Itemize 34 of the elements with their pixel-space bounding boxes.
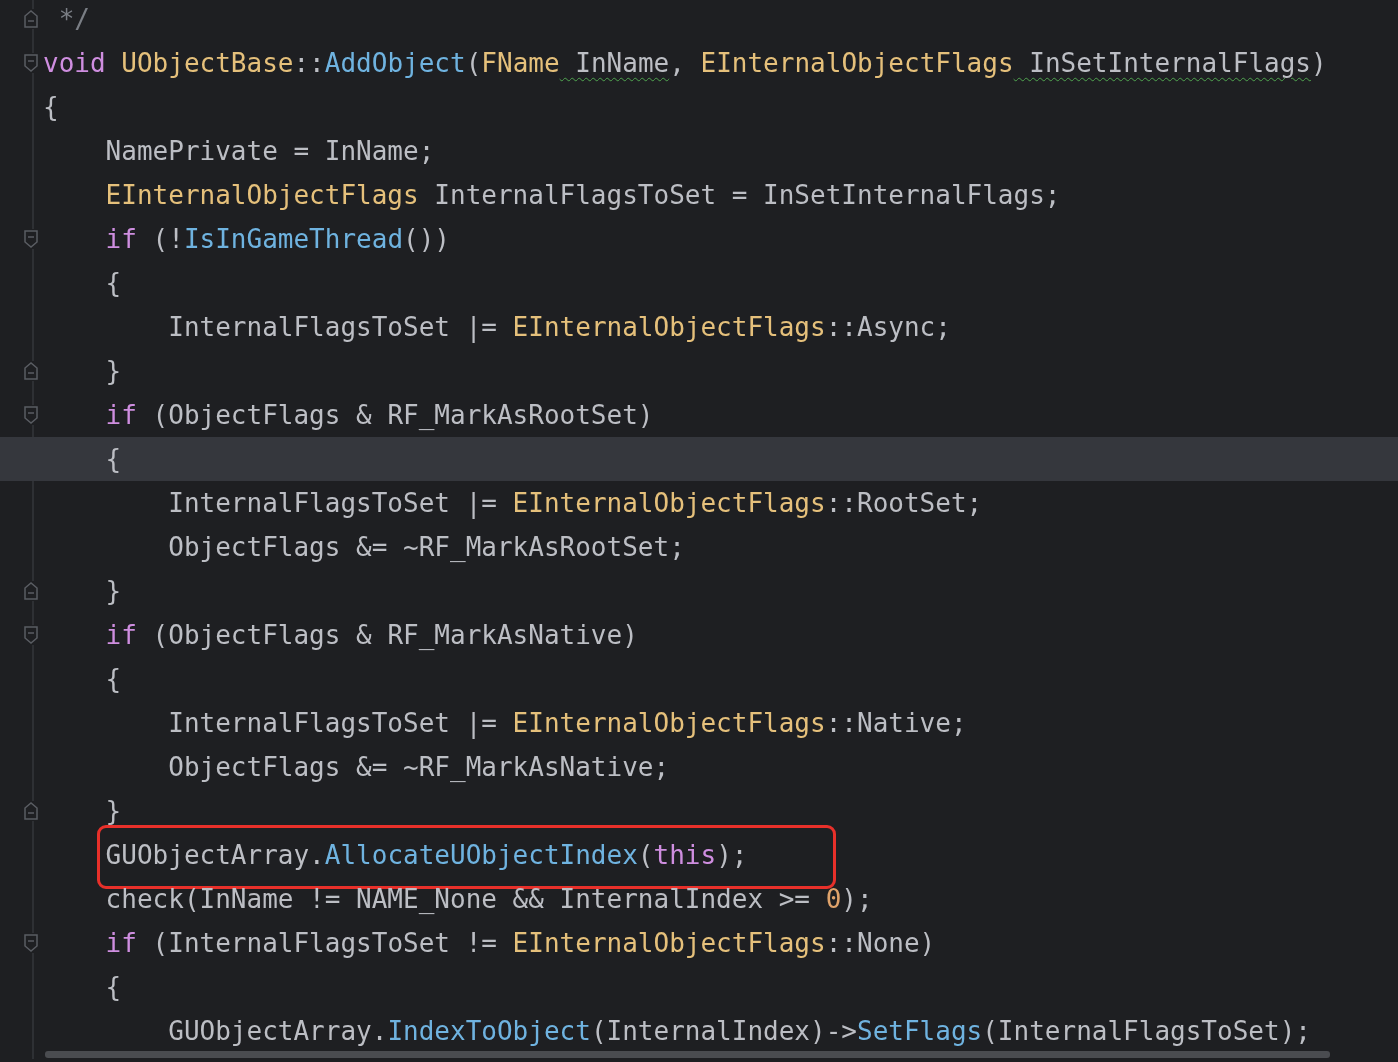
code-line: { [104, 444, 122, 474]
fold-icon[interactable] [23, 53, 39, 73]
fold-icon[interactable] [23, 625, 39, 645]
code-line: } [104, 796, 122, 826]
code-line: { [104, 268, 122, 298]
fold-icon[interactable] [23, 933, 39, 953]
scrollbar[interactable] [45, 1051, 1330, 1058]
fold-icon[interactable] [23, 405, 39, 425]
fold-icon[interactable] [23, 229, 39, 249]
code-line: } [104, 576, 122, 606]
code-line: GUObjectArray.AllocateUObjectIndex(this); [104, 840, 748, 870]
code-line: void UObjectBase::AddObject(FName InName, EInternalObjectFlags InSetInternalFlags) [43, 48, 1327, 78]
code-line: EInternalObjectFlags InternalFlagsToSet = InSetInternalFlags; [104, 180, 1061, 210]
code-line: NamePrivate = InName; [104, 136, 435, 166]
code-line: { [43, 92, 59, 122]
code-line: } [104, 356, 122, 386]
code-line: if (ObjectFlags & RF_MarkAsRootSet) [104, 400, 654, 430]
code-line: InternalFlagsToSet |= EInternalObjectFlags::Native; [167, 708, 967, 738]
code-line: { [104, 972, 122, 1002]
unfold-end-icon[interactable] [23, 581, 39, 601]
unfold-end-icon[interactable] [23, 9, 39, 29]
code-line: ObjectFlags &= ~RF_MarkAsRootSet; [167, 532, 685, 562]
unfold-end-icon[interactable] [23, 801, 39, 821]
code-line: InternalFlagsToSet |= EInternalObjectFlags::Async; [167, 312, 951, 342]
code-line: if (!IsInGameThread()) [104, 224, 450, 254]
code-line: GUObjectArray.IndexToObject(InternalIndex)->SetFlags(InternalFlagsToSet); [167, 1016, 1311, 1046]
code-line: if (ObjectFlags & RF_MarkAsNative) [104, 620, 638, 650]
code-line: ObjectFlags &= ~RF_MarkAsNative; [167, 752, 670, 782]
code-line: */ [57, 4, 90, 34]
code-line: if (InternalFlagsToSet != EInternalObjectFlags::None) [104, 928, 936, 958]
code-line: check(InName != NAME_None && InternalIndex >= 0); [104, 884, 873, 914]
code-line: { [104, 664, 122, 694]
unfold-end-icon[interactable] [23, 361, 39, 381]
code-line: InternalFlagsToSet |= EInternalObjectFlags::RootSet; [167, 488, 983, 518]
